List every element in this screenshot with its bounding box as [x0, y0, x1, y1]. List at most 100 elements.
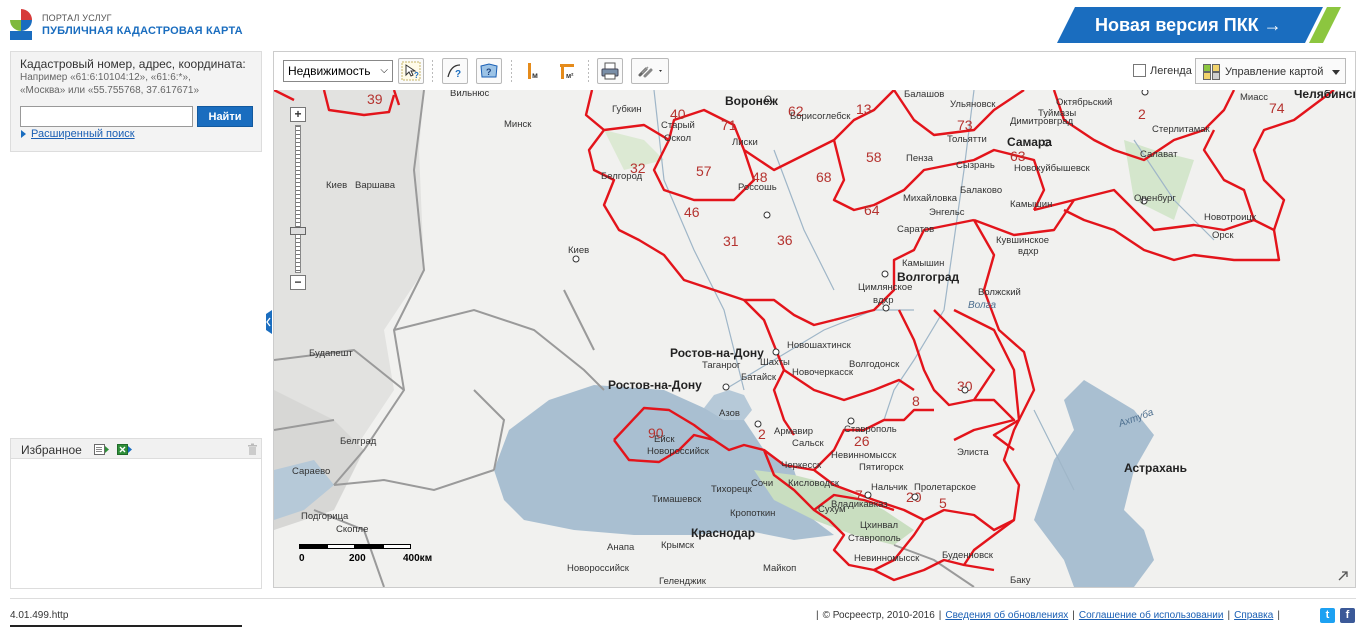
svg-text:Геленджик: Геленджик [659, 576, 707, 587]
zoom-slider-handle[interactable] [290, 227, 306, 235]
svg-text:Сальск: Сальск [792, 438, 824, 449]
portal-logo-icon[interactable] [8, 7, 34, 41]
footer-divider [10, 598, 1356, 599]
toolbar-separator [588, 60, 589, 82]
advanced-search-label: Расширенный поиск [31, 128, 135, 140]
ruler-area-icon: м² [560, 64, 574, 80]
svg-text:Камышин: Камышин [1010, 199, 1052, 210]
region-number-label: 26 [854, 433, 870, 449]
svg-text:Элиста: Элиста [957, 447, 989, 458]
map-view[interactable]: 39 40 62 13 73 2 74 32 57 71 48 68 58 63… [274, 90, 1355, 587]
svg-text:?: ? [414, 71, 419, 80]
area-question-icon: ? [480, 63, 498, 78]
search-input[interactable] [20, 106, 193, 127]
trash-icon[interactable] [247, 443, 258, 455]
svg-text:Таганрог: Таганрог [702, 360, 741, 371]
svg-text:?: ? [486, 67, 492, 77]
print-button[interactable] [597, 58, 623, 84]
svg-text:Скопле: Скопле [336, 524, 368, 535]
region-number-label: 2 [758, 426, 766, 442]
region-number-label: 39 [367, 91, 383, 107]
fullscreen-resize-icon[interactable] [1337, 570, 1349, 582]
search-button[interactable]: Найти [197, 106, 253, 127]
city-label-large: Ростов-на-Дону [608, 378, 702, 392]
updates-link[interactable]: Сведения об обновлениях [945, 610, 1068, 621]
svg-text:Новороссийск: Новороссийск [567, 563, 630, 574]
logo-title-line2[interactable]: ПУБЛИЧНАЯ КАДАСТРОВАЯ КАРТА [42, 25, 243, 37]
search-panel: Кадастровый номер, адрес, координата: На… [10, 51, 262, 152]
svg-text:Анапа: Анапа [607, 542, 635, 553]
zoom-slider-track[interactable] [295, 125, 301, 273]
search-hint-line2: «Москва» или «55.755768, 37.617671» [20, 85, 200, 96]
region-number-label: 68 [816, 169, 832, 185]
measure-length-button[interactable]: м [520, 58, 546, 84]
svg-text:Шахты: Шахты [760, 357, 790, 368]
svg-text:Баку: Баку [1010, 575, 1031, 586]
legend-checkbox[interactable] [1133, 64, 1146, 77]
region-number-label: 2 [1138, 106, 1146, 122]
ruler-length-icon: м [528, 63, 538, 80]
svg-text:Кропоткин: Кропоткин [730, 508, 775, 519]
city-label-large: Воронеж [725, 94, 778, 108]
svg-text:Михайловка: Михайловка [903, 193, 958, 204]
new-version-banner[interactable]: Новая версия ПКК → [1057, 7, 1341, 43]
svg-text:Пятигорск: Пятигорск [859, 462, 904, 473]
scale-segment [383, 544, 411, 549]
info-line-tool-button[interactable]: ? [442, 58, 468, 84]
copyright-text: © Росреестр, 2010-2016 [822, 610, 935, 621]
map-control-dropdown[interactable]: Управление картой [1195, 58, 1346, 84]
region-number-label: 63 [1010, 148, 1026, 164]
zoom-in-button[interactable]: + [290, 107, 306, 122]
svg-text:вдхр: вдхр [873, 295, 894, 306]
svg-text:Цхинвал: Цхинвал [860, 520, 898, 531]
help-link[interactable]: Справка [1234, 610, 1273, 621]
map-control-label: Управление картой [1225, 66, 1324, 78]
svg-text:Орск: Орск [1212, 230, 1234, 241]
svg-text:Киев: Киев [326, 180, 347, 191]
facebook-icon[interactable]: f [1340, 608, 1355, 623]
svg-text:Цимлянское: Цимлянское [858, 282, 912, 293]
search-label: Кадастровый номер, адрес, координата: [20, 57, 246, 71]
status-bar [10, 625, 242, 627]
scale-label-mid: 200 [349, 553, 366, 564]
printer-icon [601, 62, 619, 80]
terms-link[interactable]: Соглашение об использовании [1079, 610, 1224, 621]
toolbar-separator [432, 60, 433, 82]
twitter-icon[interactable]: t [1320, 608, 1335, 623]
scale-segment [327, 544, 355, 549]
region-number-label: 73 [957, 117, 973, 133]
svg-text:Новошахтинск: Новошахтинск [787, 340, 852, 351]
svg-text:Сухум: Сухум [818, 504, 846, 515]
zoom-out-button[interactable]: − [290, 275, 306, 290]
export-favorites-icon[interactable] [94, 443, 110, 456]
map-toolbar: Недвижимость ⌵ ? ? ? м м² Легенда Управл… [274, 52, 1355, 90]
info-area-tool-button[interactable]: ? [476, 58, 502, 84]
region-number-label: 36 [777, 232, 793, 248]
svg-text:Ейск: Ейск [654, 434, 675, 445]
advanced-search-link[interactable]: Расширенный поиск [21, 128, 135, 140]
map-canvas: 39 40 62 13 73 2 74 32 57 71 48 68 58 63… [274, 90, 1355, 587]
region-number-label: 57 [696, 163, 712, 179]
svg-text:Новотроицк: Новотроицк [1204, 212, 1257, 223]
svg-text:Белград: Белград [340, 436, 377, 447]
svg-text:Сараево: Сараево [292, 466, 330, 477]
layer-select[interactable]: Недвижимость ⌵ [283, 60, 393, 82]
svg-text:Невинномысск: Невинномысск [831, 450, 897, 461]
sidebar-collapse-tab[interactable] [264, 310, 272, 334]
import-excel-icon[interactable] [117, 443, 133, 456]
measure-area-button[interactable]: м² [554, 58, 580, 84]
svg-text:Борисоглебск: Борисоглебск [790, 111, 851, 122]
identify-tool-button[interactable]: ? [398, 58, 424, 84]
chevron-down-icon: ⌵ [380, 65, 388, 76]
svg-text:Оскол: Оскол [664, 133, 691, 144]
city-label-large: Краснодар [691, 526, 755, 540]
scale-segment [355, 544, 383, 549]
svg-text:Ставрополь: Ставрополь [844, 424, 897, 435]
svg-text:Октябрьский: Октябрьский [1056, 97, 1112, 108]
search-hint-line1: Например «61:6:10104:12», «61:6:*», [20, 72, 191, 83]
svg-text:Старый: Старый [661, 120, 695, 131]
layer-select-value: Недвижимость [288, 64, 371, 78]
link-dropdown-button[interactable] [631, 58, 669, 84]
region-number-label: 64 [864, 202, 880, 218]
svg-text:Оренбург: Оренбург [1134, 193, 1176, 204]
